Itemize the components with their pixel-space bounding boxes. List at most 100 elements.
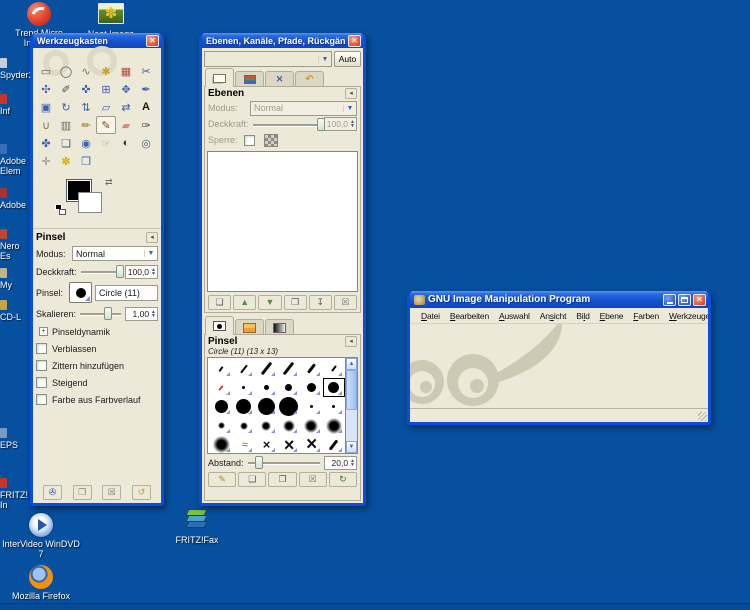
tool-color-picker[interactable]: ✐ — [56, 80, 76, 98]
edge-icon-adobe[interactable]: Adobe — [0, 188, 30, 210]
tool-rotate[interactable]: ↻ — [56, 98, 76, 116]
scale-slider-handle[interactable] — [104, 307, 112, 320]
restore-options-button[interactable]: ❒ — [73, 485, 92, 500]
tool-perspective[interactable]: ✛ — [36, 152, 56, 170]
tool-crop[interactable]: ▣ — [36, 98, 56, 116]
brush-cell-dot[interactable] — [278, 378, 301, 397]
layers-opacity-spinner[interactable]: 100,0 ▲▼ — [324, 117, 357, 131]
spacing-spinner[interactable]: 20,0 ▲▼ — [324, 456, 357, 470]
tool-pencil[interactable]: ✏ — [76, 116, 96, 134]
duplicate-layer-button[interactable]: ❐ — [284, 295, 307, 310]
layers-opacity-slider[interactable] — [253, 118, 320, 131]
auto-button[interactable]: Auto — [334, 51, 361, 67]
opacity-spinner[interactable]: 100,0 ▲▼ — [125, 265, 158, 279]
tool-free-select[interactable]: ∿ — [76, 62, 96, 80]
empty-canvas-area[interactable] — [410, 324, 708, 408]
tool-fuzzy-select[interactable]: ✱ — [96, 62, 116, 80]
tool-scale[interactable]: ⇅ — [76, 98, 96, 116]
maximize-button[interactable] — [678, 294, 691, 306]
brushes-panel-menu-button[interactable]: ◂ — [345, 336, 357, 347]
tab-channels[interactable] — [235, 71, 264, 87]
brush-cell-dot[interactable] — [233, 378, 256, 397]
new-layer-button[interactable]: ❑ — [208, 295, 231, 310]
tab-paths[interactable]: ✕ — [265, 71, 294, 87]
tool-eraser[interactable]: ▰ — [116, 116, 136, 134]
dock-titlebar[interactable]: Ebenen, Kanäle, Pfade, Rückgängig - Pin.… — [202, 33, 363, 48]
brush-cell-dot[interactable] — [210, 397, 233, 416]
edge-icon-eps[interactable]: EPS — [0, 428, 30, 450]
edge-icon-adobe-elements[interactable]: AdobeElem — [0, 144, 30, 176]
brush-cell-dot[interactable] — [300, 397, 323, 416]
expander-icon[interactable]: + — [39, 327, 48, 336]
edge-icon-fritz[interactable]: FRITZ!In — [0, 478, 30, 510]
tool-dodge-burn[interactable]: ◐ — [116, 134, 136, 152]
brush-cell-fuzzy[interactable] — [233, 416, 256, 435]
tool-ink[interactable]: ✑ — [136, 116, 156, 134]
tab-brushes[interactable] — [205, 316, 234, 335]
brush-cell-slash[interactable] — [278, 359, 301, 378]
minimize-button[interactable] — [663, 294, 676, 306]
spacing-slider[interactable] — [248, 456, 320, 469]
checkbox-3[interactable] — [36, 394, 47, 405]
desktop-icon-mozilla-firefox[interactable]: Mozilla Firefox — [2, 565, 80, 601]
dock-close-button[interactable]: ✕ — [348, 35, 361, 47]
tool-flip[interactable]: ⇄ — [116, 98, 136, 116]
delete-layer-button[interactable]: ☒ — [334, 295, 357, 310]
tab-patterns[interactable] — [235, 319, 264, 335]
refresh-brushes-button[interactable]: ↻ — [329, 472, 357, 487]
brush-cell-x[interactable]: × — [300, 435, 323, 454]
tool-bucket-fill[interactable]: ∪ — [36, 116, 56, 134]
spinner-arrows-icon[interactable]: ▲▼ — [151, 310, 156, 318]
menu-ansicht[interactable]: Ansicht — [535, 311, 572, 321]
menu-ebene[interactable]: Ebene — [595, 311, 629, 321]
lower-layer-button[interactable]: ▼ — [258, 295, 281, 310]
opacity-slider-handle[interactable] — [116, 265, 124, 278]
raise-layer-button[interactable]: ▲ — [233, 295, 256, 310]
desktop[interactable]: Trend Micro InternetSNeat ImageInterVide… — [0, 0, 750, 610]
menu-werkzeuge[interactable]: Werkzeuge — [664, 311, 708, 321]
tool-clone[interactable]: ❏ — [56, 134, 76, 152]
new-brush-button[interactable]: ❑ — [238, 472, 266, 487]
tool-paintbrush[interactable]: ✎ — [96, 116, 116, 134]
checkbox-0[interactable] — [36, 343, 47, 354]
duplicate-brush-button[interactable]: ❐ — [268, 472, 296, 487]
brush-cell-fuzzy[interactable] — [323, 416, 346, 435]
tool-shear[interactable]: ▱ — [96, 98, 116, 116]
brush-cell-x[interactable]: × — [255, 435, 278, 454]
anchor-layer-button[interactable]: ↧ — [309, 295, 332, 310]
tool-text[interactable]: A — [136, 98, 156, 116]
brush-cell-fuzzy[interactable] — [300, 416, 323, 435]
save-options-button[interactable]: ✇ — [43, 485, 62, 500]
tool-zoom[interactable]: ◎ — [136, 134, 156, 152]
brush-cell-dot[interactable] — [300, 378, 323, 397]
brush-cell-x[interactable]: × — [278, 435, 301, 454]
brush-cell-fuzzy[interactable] — [278, 416, 301, 435]
toolbox-close-button[interactable]: ✕ — [146, 35, 159, 47]
desktop-icon-fritz-fax[interactable]: FRITZ!Fax — [158, 509, 236, 545]
lock-alpha-icon[interactable] — [264, 134, 278, 147]
scroll-down-icon[interactable]: ▼ — [346, 441, 357, 453]
brush-cell-vine[interactable]: ≈ — [233, 435, 256, 454]
layers-panel-menu-button[interactable]: ◂ — [345, 88, 357, 99]
scroll-thumb[interactable] — [346, 370, 357, 410]
brush-cell-dot[interactable] — [323, 397, 346, 416]
brush-dynamics-label[interactable]: Pinseldynamik — [52, 327, 110, 337]
brush-cell-slash[interactable] — [255, 359, 278, 378]
default-colors-icon[interactable] — [55, 204, 67, 216]
brush-cell-fuzzy[interactable] — [210, 416, 233, 435]
lock-checkbox[interactable] — [244, 135, 255, 146]
tool-perspective-clone[interactable]: ❒ — [76, 152, 96, 170]
tool-select-by-color[interactable]: ▦ — [116, 62, 136, 80]
delete-brush-button[interactable]: ☒ — [299, 472, 327, 487]
layers-list[interactable] — [207, 151, 358, 292]
scale-slider[interactable] — [80, 307, 121, 320]
tab-layers[interactable] — [205, 68, 234, 87]
tool-move[interactable]: ✥ — [116, 80, 136, 98]
brush-cell-slash[interactable] — [323, 435, 346, 454]
scale-spinner[interactable]: 1,00 ▲▼ — [125, 307, 158, 321]
brush-cell-slash[interactable] — [300, 359, 323, 378]
layers-opacity-handle[interactable] — [317, 118, 325, 131]
tool-airbrush[interactable]: ✤ — [36, 134, 56, 152]
brush-cell-slash[interactable] — [323, 359, 346, 378]
brush-cell-red[interactable] — [210, 378, 233, 397]
